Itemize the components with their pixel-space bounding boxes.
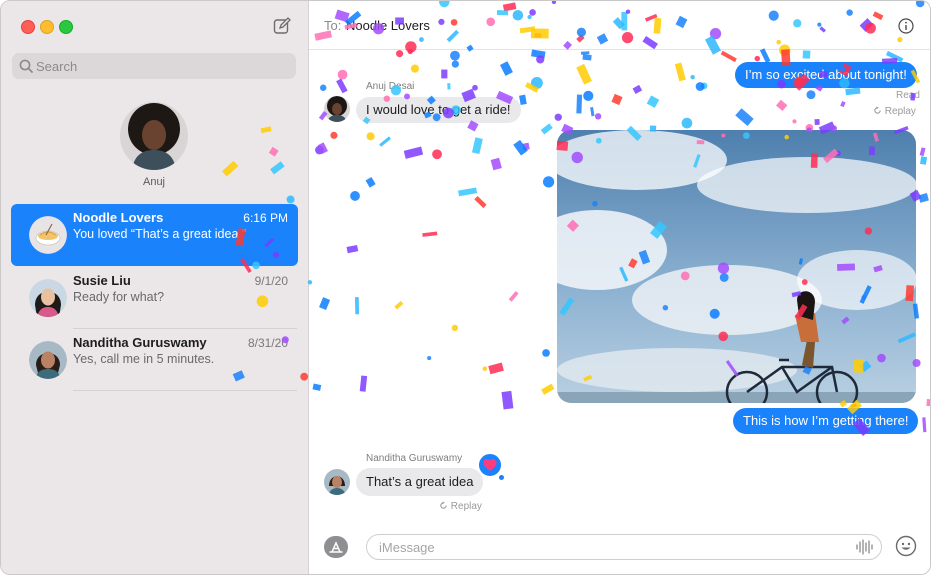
app-store-button[interactable] <box>324 536 348 558</box>
conversation-pane: To: Noodle Lovers I’m so excited about t… <box>309 1 930 574</box>
to-label: To: <box>324 18 342 33</box>
conversation-nanditha-guruswamy[interactable]: Nanditha Guruswamy 8/31/20 Yes, call me … <box>11 329 298 391</box>
anuj-small-avatar <box>324 96 350 122</box>
emoji-icon[interactable] <box>895 535 917 557</box>
read-receipt: Read <box>896 90 920 101</box>
message-bubble-sent[interactable]: I’m so excited about tonight! <box>735 62 917 88</box>
search-field[interactable] <box>12 53 296 79</box>
search-icon <box>19 59 33 73</box>
conversation-susie-liu[interactable]: Susie Liu 9/1/20 Ready for what? <box>11 267 298 329</box>
pinned-contact-avatar[interactable] <box>120 102 188 170</box>
app-store-icon <box>329 541 343 553</box>
nanditha-avatar <box>29 341 67 379</box>
replay-label: Replay <box>450 501 482 512</box>
message-bubble-received[interactable]: That’s a great idea <box>356 468 484 496</box>
susie-liu-avatar <box>29 279 67 317</box>
photo-attachment[interactable] <box>557 130 916 403</box>
minimize-window-button[interactable] <box>40 20 54 34</box>
compose-icon[interactable] <box>273 17 291 35</box>
conversation-preview: You loved “That’s a great idea ” <box>73 227 247 241</box>
conversation-preview: Yes, call me in 5 minutes. <box>73 352 215 366</box>
search-input[interactable] <box>36 56 286 76</box>
tapback-tail <box>499 475 504 480</box>
message-bubble-sent[interactable]: This is how I’m getting there! <box>733 408 919 434</box>
info-icon[interactable] <box>898 18 914 34</box>
message-bubble-received[interactable]: I would love to get a ride! <box>356 97 521 123</box>
conversation-date: 9/1/20 <box>254 274 288 288</box>
message-input[interactable] <box>379 538 839 556</box>
replay-icon <box>440 501 447 509</box>
audio-wave-icon[interactable] <box>855 539 873 555</box>
zoom-window-button[interactable] <box>59 20 73 34</box>
conversation-name: Noodle Lovers <box>73 210 164 225</box>
heart-icon <box>483 459 497 471</box>
replay-button[interactable]: Replay <box>873 106 916 117</box>
conversation-date: 6:16 PM <box>243 211 288 225</box>
conversation-name: Susie Liu <box>73 273 131 288</box>
close-window-button[interactable] <box>21 20 35 34</box>
sidebar: Anuj Noodle Lovers 6:16 PM You loved “Th… <box>1 1 309 574</box>
nanditha-small-avatar <box>324 469 350 495</box>
conversation-header: To: Noodle Lovers <box>309 1 930 50</box>
recipient-name[interactable]: Noodle Lovers <box>346 18 430 33</box>
conversation-name: Nanditha Guruswamy <box>73 335 207 350</box>
pinned-contact-name: Anuj <box>142 176 166 188</box>
conversation-date: 8/31/20 <box>247 336 288 350</box>
list-divider <box>73 390 297 391</box>
tapback-badge[interactable] <box>477 452 503 478</box>
conversation-preview: Ready for what? <box>73 290 165 304</box>
sender-name: Nanditha Guruswamy <box>366 453 463 464</box>
replay-icon <box>874 106 881 114</box>
conversation-noodle-lovers[interactable]: Noodle Lovers 6:16 PM You loved “That’s … <box>11 204 298 266</box>
replay-button[interactable]: Replay <box>439 501 482 512</box>
noodle-group-avatar <box>29 216 67 254</box>
replay-label: Replay <box>884 106 916 117</box>
messages-window: Anuj Noodle Lovers 6:16 PM You loved “Th… <box>0 0 931 575</box>
message-composer[interactable] <box>366 534 882 560</box>
sender-name: Anuj Desai <box>366 81 415 92</box>
